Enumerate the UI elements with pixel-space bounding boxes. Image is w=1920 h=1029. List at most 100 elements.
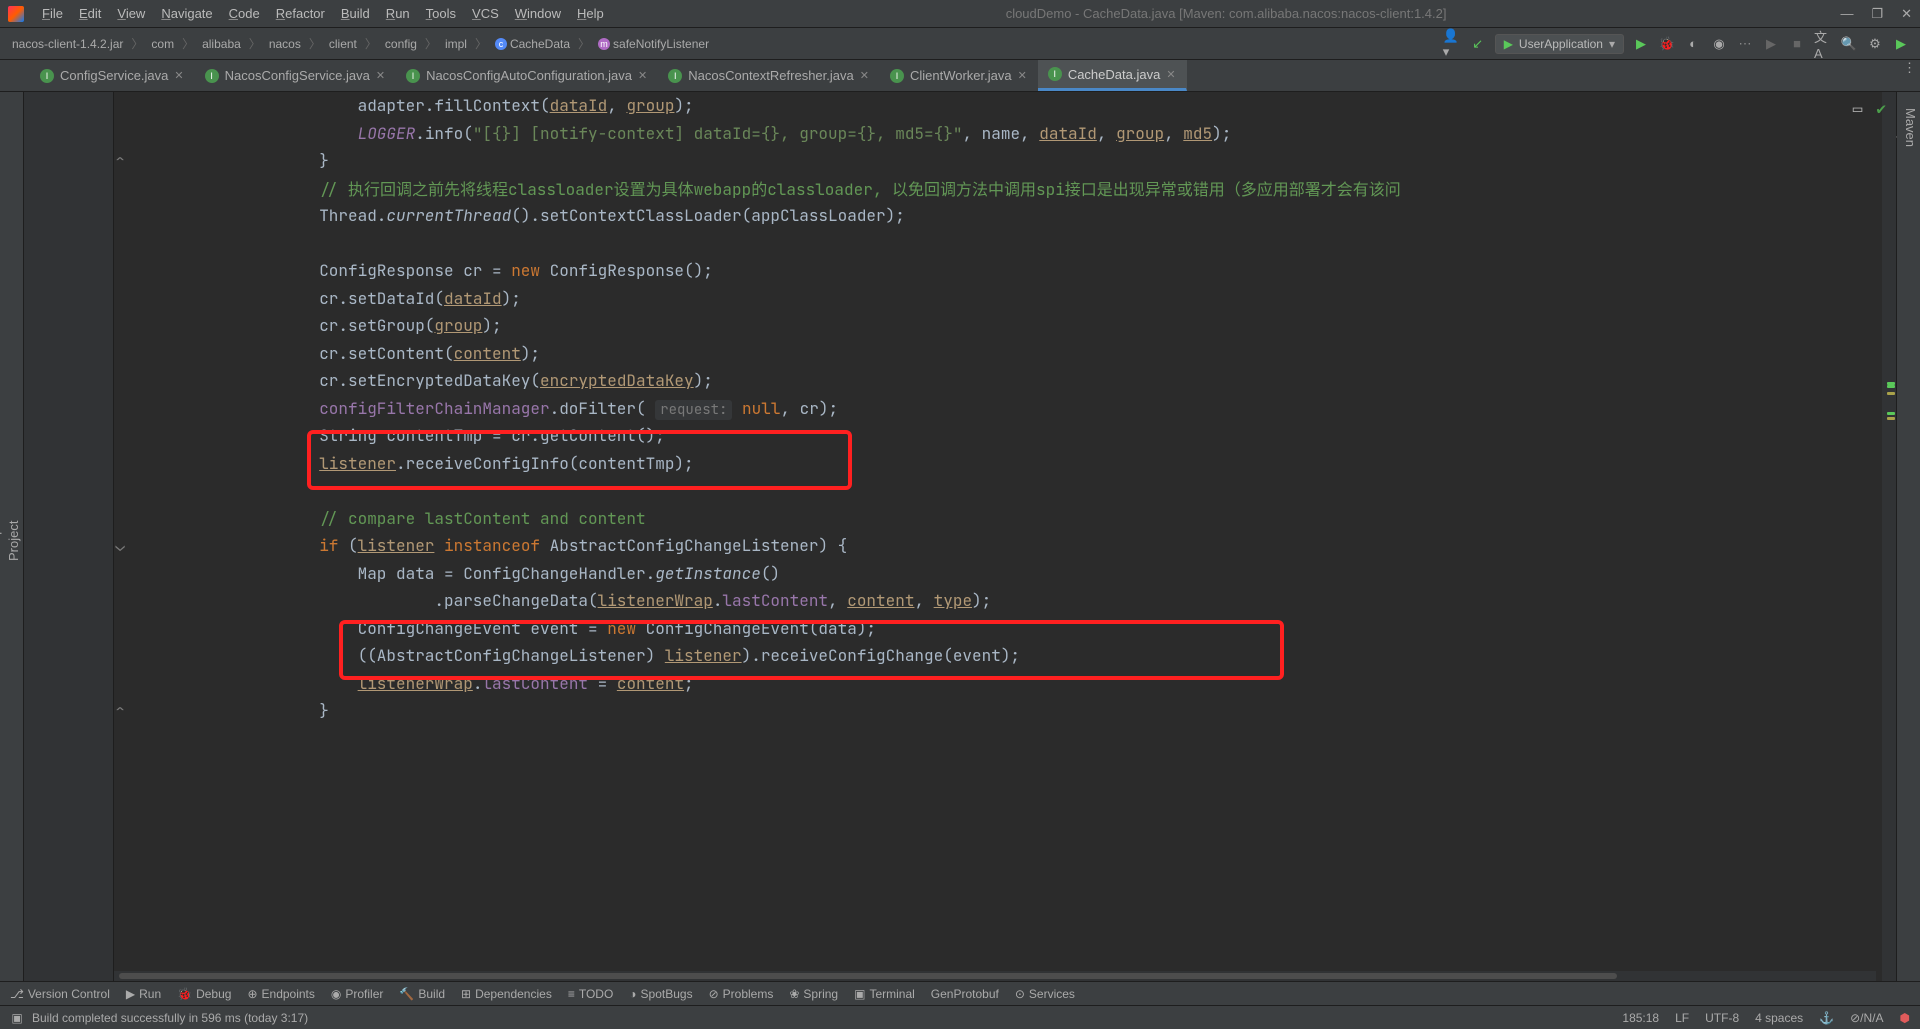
menu-tools[interactable]: Tools bbox=[418, 6, 464, 21]
tool-spring[interactable]: ❀Spring bbox=[789, 987, 838, 1001]
translate-icon[interactable]: 文A bbox=[1814, 35, 1832, 53]
code-line[interactable]: 203 ConfigResponse cr = new ConfigRespon… bbox=[24, 257, 1896, 285]
search-icon[interactable]: 🔍 bbox=[1840, 35, 1858, 53]
code-line[interactable]: 198 LOGGER.info("[{}] [notify-context] d… bbox=[24, 120, 1896, 148]
caret-position[interactable]: 185:18 bbox=[1622, 1011, 1659, 1025]
error-stripe[interactable] bbox=[1882, 92, 1896, 981]
tool-problems[interactable]: ⊘Problems bbox=[709, 987, 774, 1001]
code-line[interactable]: 218 listenerWrap.lastContent = content; bbox=[24, 670, 1896, 698]
tool-services[interactable]: ⊙Services bbox=[1015, 987, 1075, 1001]
tab-configservice[interactable]: IConfigService.java✕ bbox=[30, 60, 195, 91]
reader-mode-icon[interactable]: ▭ bbox=[1853, 98, 1863, 119]
minimize-icon[interactable]: — bbox=[1840, 6, 1853, 22]
breadcrumb-method[interactable]: msafeNotifyListener bbox=[596, 37, 711, 51]
tab-close-icon[interactable]: ✕ bbox=[860, 69, 869, 82]
breadcrumb[interactable]: nacos-client-1.4.2.jar〉com〉alibaba〉nacos… bbox=[10, 35, 1443, 52]
menu-vcs[interactable]: VCS bbox=[464, 6, 507, 21]
code-line[interactable]: 215 .parseChangeData(listenerWrap.lastCo… bbox=[24, 587, 1896, 615]
breadcrumb-item[interactable]: alibaba bbox=[200, 37, 243, 51]
tab-clientworker[interactable]: IClientWorker.java✕ bbox=[880, 60, 1038, 91]
horizontal-scrollbar[interactable] bbox=[114, 971, 1876, 981]
tab-close-icon[interactable]: ✕ bbox=[1166, 68, 1175, 81]
code-line[interactable]: 220 bbox=[24, 725, 1896, 753]
more-run-icon[interactable]: ⋯ bbox=[1736, 35, 1754, 53]
code-line[interactable]: 199⌃ } bbox=[24, 147, 1896, 175]
tool-genprotobuf[interactable]: GenProtobuf bbox=[931, 987, 999, 1001]
breadcrumb-item[interactable]: client bbox=[327, 37, 359, 51]
line-separator[interactable]: LF bbox=[1675, 1011, 1689, 1025]
code-line[interactable]: 202 bbox=[24, 230, 1896, 258]
close-icon[interactable]: ✕ bbox=[1901, 6, 1912, 22]
menu-view[interactable]: View bbox=[109, 6, 153, 21]
fold-marker[interactable]: ⌄ bbox=[114, 535, 126, 556]
code-line[interactable]: 210 listener.receiveConfigInfo(contentTm… bbox=[24, 450, 1896, 478]
stop-icon[interactable]: ■ bbox=[1788, 35, 1806, 53]
run-anything-icon[interactable]: ▶ bbox=[1892, 35, 1910, 53]
code-line[interactable]: 204 cr.setDataId(dataId); bbox=[24, 285, 1896, 313]
tab-close-icon[interactable]: ✕ bbox=[638, 69, 647, 82]
code-line[interactable]: 216 ConfigChangeEvent event = new Config… bbox=[24, 615, 1896, 643]
tool-build[interactable]: 🔨Build bbox=[399, 987, 445, 1001]
memory-icon[interactable]: ⚓ bbox=[1819, 1011, 1834, 1025]
tool-debug[interactable]: 🐞Debug bbox=[177, 987, 231, 1001]
breadcrumb-item[interactable]: impl bbox=[443, 37, 469, 51]
vcs-update-icon[interactable]: ↙ bbox=[1469, 35, 1487, 53]
tab-nacoscontextrefresher[interactable]: INacosContextRefresher.java✕ bbox=[658, 60, 880, 91]
code-line[interactable]: 219⌃ } bbox=[24, 697, 1896, 725]
user-icon[interactable]: 👤▾ bbox=[1443, 35, 1461, 53]
tabs-more-icon[interactable]: ⋮ bbox=[1903, 60, 1916, 76]
menu-run[interactable]: Run bbox=[378, 6, 418, 21]
code-line[interactable]: 197 adapter.fillContext(dataId, group); bbox=[24, 92, 1896, 120]
code-line[interactable]: 207 cr.setEncryptedDataKey(encryptedData… bbox=[24, 367, 1896, 395]
tool-terminal[interactable]: ▣Terminal bbox=[854, 987, 915, 1001]
menu-file[interactable]: File bbox=[34, 6, 71, 21]
breadcrumb-item[interactable]: config bbox=[383, 37, 419, 51]
breadcrumb-item[interactable]: nacos-client-1.4.2.jar bbox=[10, 37, 125, 51]
toolwindows-icon[interactable]: ▣ bbox=[10, 1011, 24, 1025]
tool-profiler[interactable]: ◉Profiler bbox=[331, 987, 384, 1001]
tab-nacosconfigautoconfiguration[interactable]: INacosConfigAutoConfiguration.java✕ bbox=[396, 60, 658, 91]
sidebar-project[interactable]: Project bbox=[4, 100, 23, 981]
coverage-icon[interactable]: ◐ bbox=[1684, 35, 1702, 53]
code-line[interactable]: 208 configFilterChainManager.doFilter( r… bbox=[24, 395, 1896, 423]
tab-close-icon[interactable]: ✕ bbox=[1018, 69, 1027, 82]
code-line[interactable]: 217 ((AbstractConfigChangeListener) list… bbox=[24, 642, 1896, 670]
code-line[interactable]: 214 Map data = ConfigChangeHandler.getIn… bbox=[24, 560, 1896, 588]
breadcrumb-class[interactable]: cCacheData bbox=[493, 37, 572, 51]
tool-version-control[interactable]: ⎇Version Control bbox=[10, 987, 110, 1001]
fold-marker[interactable]: ⌃ bbox=[114, 700, 126, 721]
file-encoding[interactable]: UTF-8 bbox=[1705, 1011, 1739, 1025]
tool-endpoints[interactable]: ⊕Endpoints bbox=[247, 987, 314, 1001]
code-line[interactable]: 211 bbox=[24, 477, 1896, 505]
run-config-selector[interactable]: ▶ UserApplication ▾ bbox=[1495, 34, 1624, 54]
menu-help[interactable]: Help bbox=[569, 6, 612, 21]
tool-spotbugs[interactable]: ◑SpotBugs bbox=[629, 987, 692, 1001]
breadcrumb-item[interactable]: com bbox=[149, 37, 176, 51]
code-line[interactable]: 212 // compare lastContent and content bbox=[24, 505, 1896, 533]
code-line[interactable]: 201 Thread.currentThread().setContextCla… bbox=[24, 202, 1896, 230]
rerun-icon[interactable]: ▶ bbox=[1762, 35, 1780, 53]
code-line[interactable]: 206 cr.setContent(content); bbox=[24, 340, 1896, 368]
shield-icon[interactable]: ⬢ bbox=[1900, 1011, 1910, 1025]
sidebar-pull-requests[interactable]: Pull Requests bbox=[0, 100, 4, 981]
indent-info[interactable]: 4 spaces bbox=[1755, 1011, 1803, 1025]
debug-icon[interactable]: 🐞 bbox=[1658, 35, 1676, 53]
menu-window[interactable]: Window bbox=[507, 6, 569, 21]
tab-close-icon[interactable]: ✕ bbox=[376, 69, 385, 82]
tool-dependencies[interactable]: ⊞Dependencies bbox=[461, 987, 552, 1001]
scrollbar-thumb[interactable] bbox=[119, 973, 1617, 979]
tool-run[interactable]: ▶Run bbox=[126, 987, 161, 1001]
menu-refactor[interactable]: Refactor bbox=[268, 6, 333, 21]
breadcrumb-item[interactable]: nacos bbox=[267, 37, 303, 51]
inspection-status-icon[interactable] bbox=[1876, 98, 1886, 119]
run-icon[interactable]: ▶ bbox=[1632, 35, 1650, 53]
tool-todo[interactable]: ≡TODO bbox=[568, 987, 613, 1001]
code-line[interactable]: 205 cr.setGroup(group); bbox=[24, 312, 1896, 340]
tab-cachedata[interactable]: ICacheData.java✕ bbox=[1038, 60, 1187, 91]
menu-edit[interactable]: Edit bbox=[71, 6, 109, 21]
code-area[interactable]: 197 adapter.fillContext(dataId, group);1… bbox=[24, 92, 1896, 752]
profile-icon[interactable]: ◉ bbox=[1710, 35, 1728, 53]
menu-code[interactable]: Code bbox=[221, 6, 268, 21]
tab-nacosconfigservice[interactable]: INacosConfigService.java✕ bbox=[195, 60, 396, 91]
maximize-icon[interactable]: ❐ bbox=[1871, 6, 1883, 22]
